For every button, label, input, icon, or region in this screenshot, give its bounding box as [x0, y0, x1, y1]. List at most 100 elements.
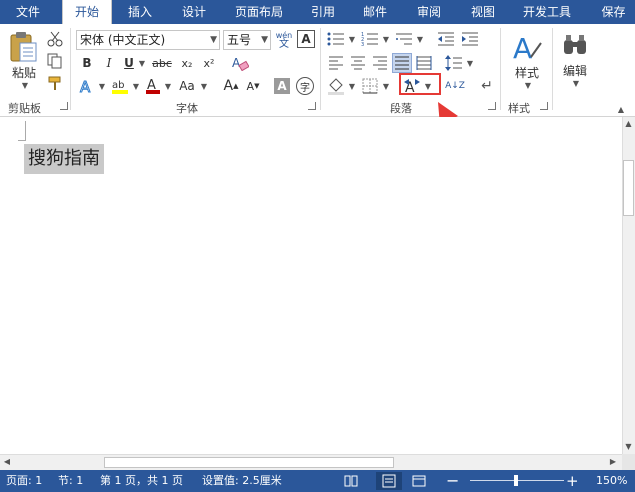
numbering-caret-icon[interactable]: ▼	[380, 30, 390, 48]
styles-caret-icon[interactable]: ▼	[519, 80, 535, 90]
multilevel-caret-icon[interactable]: ▼	[414, 30, 424, 48]
font-launcher-icon[interactable]	[308, 102, 316, 110]
tab-insert[interactable]: 插入	[116, 0, 164, 24]
shading-icon[interactable]	[326, 76, 346, 96]
show-marks-icon[interactable]: ↵	[478, 76, 496, 96]
character-border-button[interactable]: A	[297, 30, 315, 48]
print-layout-icon[interactable]	[376, 472, 402, 490]
tab-view[interactable]: 视图	[460, 0, 506, 24]
divider	[70, 28, 71, 110]
align-center-icon[interactable]	[348, 54, 368, 72]
cut-icon[interactable]	[46, 30, 64, 48]
format-painter-icon[interactable]	[46, 74, 64, 92]
grow-font-button[interactable]: A ▲	[222, 76, 240, 96]
line-spacing-caret-icon[interactable]: ▼	[464, 54, 474, 72]
borders-icon[interactable]	[360, 76, 380, 96]
text-effects-caret-icon[interactable]: ▼	[96, 76, 106, 96]
status-page-count[interactable]: 第 1 页，共 1 页	[100, 470, 183, 492]
font-color-icon[interactable]: A	[144, 76, 162, 96]
distributed-icon[interactable]	[414, 54, 434, 72]
status-page[interactable]: 页面: 1	[6, 470, 42, 492]
svg-text:ab: ab	[112, 80, 124, 91]
zoom-slider-handle[interactable]	[514, 475, 518, 486]
scroll-down-icon[interactable]: ▼	[622, 440, 635, 453]
text-effects-icon[interactable]: A	[78, 76, 96, 96]
chevron-down-icon[interactable]: ▼	[261, 31, 268, 49]
align-left-icon[interactable]	[326, 54, 346, 72]
clipboard-group-label: 剪贴板	[8, 102, 41, 115]
decrease-indent-icon[interactable]	[436, 30, 456, 48]
line-spacing-icon[interactable]	[444, 54, 464, 72]
tab-references[interactable]: 引用	[300, 0, 346, 24]
document-text[interactable]: 搜狗指南	[24, 144, 104, 174]
multilevel-list-icon[interactable]	[394, 30, 414, 48]
status-section[interactable]: 节: 1	[58, 470, 83, 492]
read-mode-icon[interactable]	[344, 474, 358, 488]
strikethrough-button[interactable]: abc	[150, 54, 174, 72]
editing-button[interactable]: 编辑	[560, 62, 590, 78]
scroll-left-icon[interactable]: ◀	[0, 454, 14, 470]
paste-caret-icon[interactable]: ▼	[16, 80, 32, 90]
paste-button[interactable]: 粘贴	[8, 64, 40, 80]
underline-button[interactable]: U	[122, 54, 136, 72]
phonetic-guide-button[interactable]: wén 文	[274, 28, 294, 52]
tab-save[interactable]: 保存	[592, 0, 635, 24]
svg-text:3: 3	[361, 42, 364, 46]
tab-mailings[interactable]: 邮件	[352, 0, 398, 24]
borders-caret-icon[interactable]: ▼	[380, 76, 390, 96]
change-case-caret-icon[interactable]: ▼	[198, 76, 208, 96]
divider	[320, 28, 321, 110]
font-name-combo[interactable]: 宋体 (中文正文) ▼	[76, 30, 220, 50]
styles-button[interactable]: 样式	[510, 64, 544, 80]
chevron-down-icon[interactable]: ▼	[210, 31, 217, 49]
highlight-caret-icon[interactable]: ▼	[130, 76, 140, 96]
styles-launcher-icon[interactable]	[540, 102, 548, 110]
zoom-out-icon[interactable]: −	[446, 470, 459, 492]
copy-icon[interactable]	[46, 52, 64, 70]
tab-page-layout[interactable]: 页面布局	[226, 0, 292, 24]
shrink-font-button[interactable]: A ▼	[244, 76, 262, 96]
italic-button[interactable]: I	[100, 54, 118, 72]
divider	[500, 28, 501, 110]
bold-button[interactable]: B	[78, 54, 96, 72]
bullets-icon[interactable]	[326, 30, 346, 48]
horizontal-scroll-thumb[interactable]	[104, 457, 394, 468]
highlight-color-icon[interactable]: ab	[110, 76, 130, 96]
underline-caret-icon[interactable]: ▼	[136, 54, 146, 72]
subscript-button[interactable]: x₂	[178, 54, 196, 72]
change-case-button[interactable]: Aa	[176, 76, 198, 96]
binoculars-icon[interactable]	[560, 30, 590, 60]
character-shading-button[interactable]: A	[274, 78, 290, 94]
bullets-caret-icon[interactable]: ▼	[346, 30, 356, 48]
scroll-right-icon[interactable]: ▶	[606, 454, 620, 470]
zoom-in-icon[interactable]: +	[566, 470, 579, 492]
clear-formatting-icon[interactable]: A	[230, 54, 250, 72]
enclose-characters-button[interactable]: 字	[296, 77, 314, 95]
clipboard-launcher-icon[interactable]	[60, 102, 68, 110]
font-color-caret-icon[interactable]: ▼	[162, 76, 172, 96]
scroll-up-icon[interactable]: ▲	[622, 117, 635, 130]
tab-home[interactable]: 开始	[62, 0, 112, 24]
numbering-icon[interactable]: 123	[360, 30, 380, 48]
superscript-button[interactable]: x²	[200, 54, 218, 72]
tab-review[interactable]: 审阅	[406, 0, 452, 24]
zoom-level[interactable]: 150%	[596, 470, 627, 492]
shading-caret-icon[interactable]: ▼	[346, 76, 356, 96]
sort-button[interactable]: A↓Z	[444, 74, 466, 98]
styles-icon[interactable]: A	[510, 30, 544, 64]
tab-developer[interactable]: 开发工具	[514, 0, 580, 24]
paste-icon[interactable]	[6, 30, 40, 64]
justify-icon[interactable]	[392, 53, 412, 73]
vertical-scroll-thumb[interactable]	[623, 160, 634, 216]
tab-file[interactable]: 文件	[0, 0, 56, 24]
status-setting[interactable]: 设置值: 2.5厘米	[202, 470, 282, 492]
increase-indent-icon[interactable]	[460, 30, 480, 48]
collapse-ribbon-icon[interactable]: ▲	[612, 104, 628, 114]
font-size-combo[interactable]: 五号 ▼	[223, 30, 271, 50]
status-bar: 页面: 1 节: 1 第 1 页，共 1 页 设置值: 2.5厘米 − + 15…	[0, 470, 635, 492]
editing-caret-icon[interactable]: ▼	[567, 78, 583, 88]
grow-font-label: A	[223, 78, 234, 94]
tab-design[interactable]: 设计	[170, 0, 218, 24]
align-right-icon[interactable]	[370, 54, 390, 72]
web-layout-icon[interactable]	[412, 474, 426, 488]
